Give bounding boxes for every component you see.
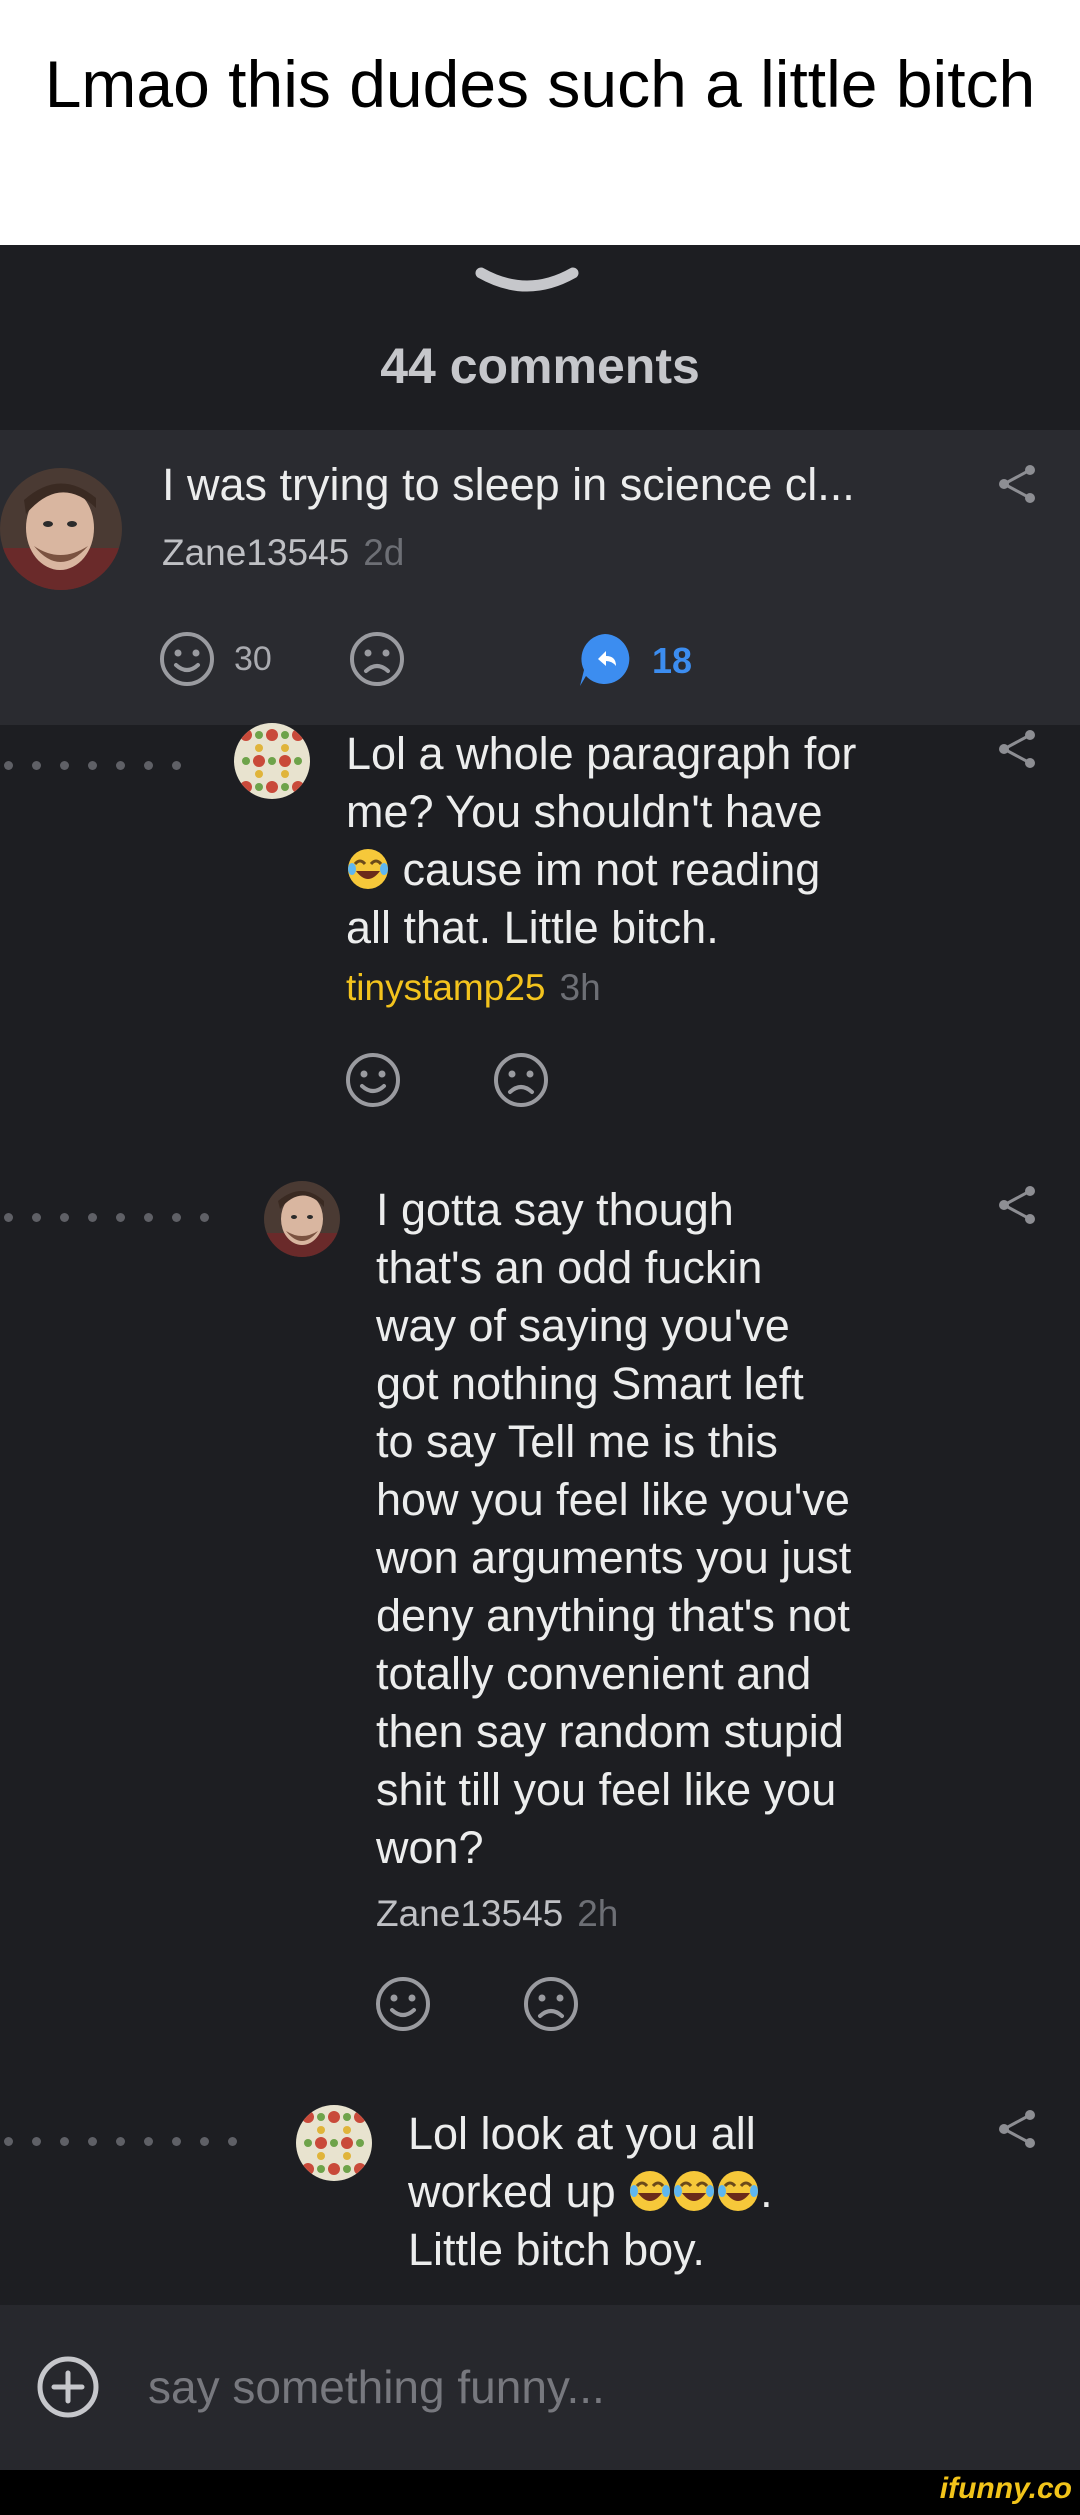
share-icon[interactable]: [996, 727, 1040, 771]
comment-text[interactable]: Lol a whole paragraph for me? You should…: [346, 725, 856, 957]
comment-text[interactable]: Lol look at you all worked up . Little b…: [408, 2105, 773, 2279]
ifunny-logo: ifunny.co: [939, 2472, 1072, 2505]
frown-icon[interactable]: [348, 630, 406, 688]
comments-panel: 44 comments I was trying to sleep in sci…: [0, 245, 1080, 2470]
avatar[interactable]: [264, 1181, 340, 1257]
thread-dots: [0, 1213, 230, 1223]
comment-input-bar[interactable]: say something funny...: [0, 2305, 1080, 2470]
like-count: 30: [234, 640, 272, 678]
frown-icon[interactable]: [492, 1051, 550, 1109]
timestamp: 2h: [577, 1893, 619, 1934]
comment-input[interactable]: say something funny...: [148, 2360, 605, 2414]
share-icon[interactable]: [996, 462, 1040, 506]
add-attachment-icon[interactable]: [36, 2355, 100, 2419]
comment-meta: Zane13545 2h: [376, 1893, 618, 1935]
comments-count-title: 44 comments: [380, 338, 700, 394]
watermark-bar: ifunny.co: [0, 2470, 1080, 2515]
share-icon[interactable]: [996, 2107, 1040, 2151]
meme-caption: Lmao this dudes such a little bitch: [0, 0, 1080, 245]
comment-meta: Zane13545 2d: [162, 532, 404, 574]
thread-dots: [0, 761, 200, 771]
laughing-emoji-icon: [630, 2171, 671, 2211]
avatar[interactable]: [234, 723, 310, 799]
caption-text: Lmao this dudes such a little bitch: [44, 47, 1036, 121]
reply-icon[interactable]: [576, 630, 634, 688]
frown-icon[interactable]: [522, 1975, 580, 2033]
chevron-down-icon[interactable]: [475, 265, 579, 301]
avatar[interactable]: [296, 2105, 372, 2181]
laughing-emoji-icon: [718, 2171, 759, 2211]
comment-text[interactable]: I gotta say though that's an odd fuckin …: [376, 1181, 851, 1877]
smile-icon[interactable]: [344, 1051, 402, 1109]
laughing-emoji-icon: [348, 849, 388, 889]
username[interactable]: Zane13545: [376, 1893, 563, 1934]
thread-dots: [0, 2137, 260, 2147]
reply-count[interactable]: 18: [652, 640, 692, 682]
comment-text[interactable]: I was trying to sleep in science cl...: [162, 456, 855, 514]
smile-icon[interactable]: [374, 1975, 432, 2033]
comment-meta: tinystamp25 3h: [346, 967, 601, 1009]
timestamp: 3h: [559, 967, 601, 1008]
smile-icon[interactable]: [158, 630, 216, 688]
username[interactable]: Zane13545: [162, 532, 349, 573]
username[interactable]: tinystamp25: [346, 967, 546, 1008]
avatar[interactable]: [0, 468, 122, 590]
laughing-emoji-icon: [674, 2171, 715, 2211]
root-comment[interactable]: I was trying to sleep in science cl... Z…: [0, 430, 1080, 725]
timestamp: 2d: [363, 532, 405, 573]
share-icon[interactable]: [996, 1183, 1040, 1227]
